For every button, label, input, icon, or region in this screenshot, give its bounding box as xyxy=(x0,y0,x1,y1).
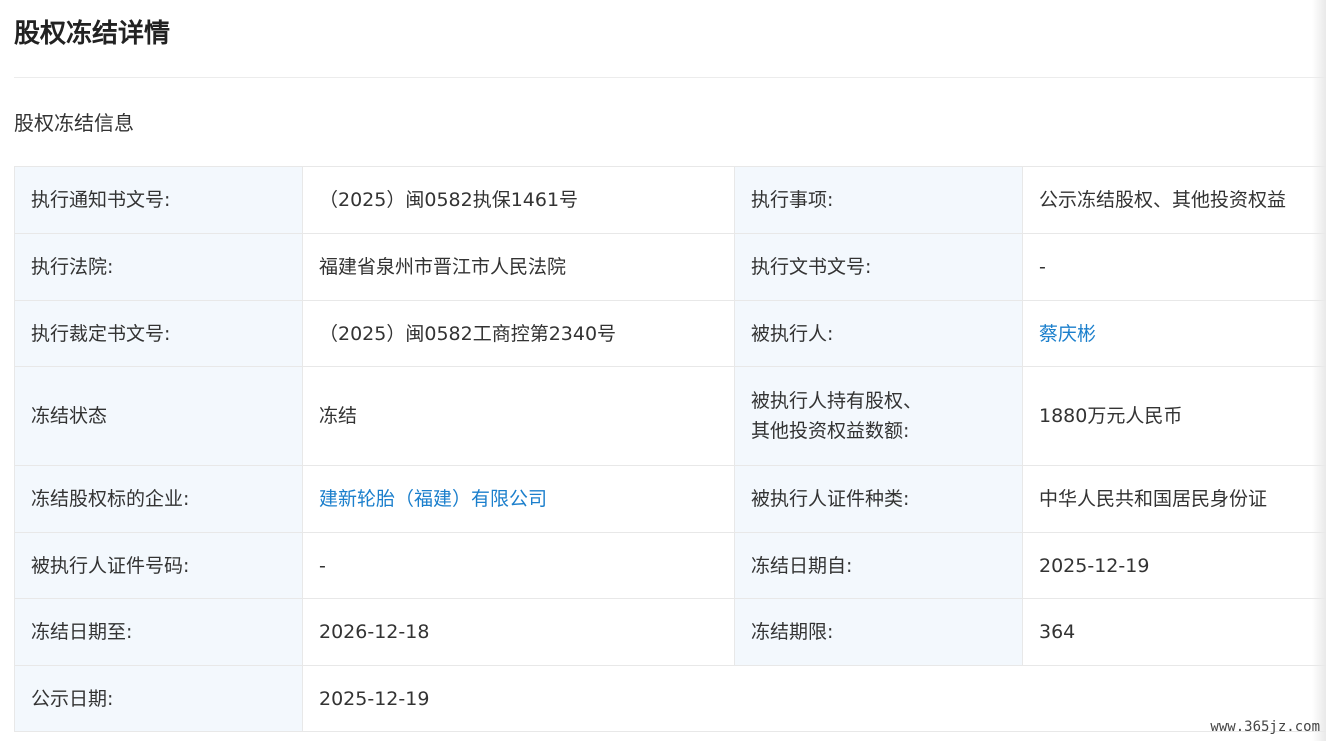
id-type-label: 被执行人证件种类: xyxy=(734,465,1023,533)
freeze-end-label: 冻结日期至: xyxy=(14,598,303,666)
right-edge-shadow xyxy=(1312,0,1326,741)
court-value: 福建省泉州市晋江市人民法院 xyxy=(302,233,735,301)
ruling-number-label: 执行裁定书文号: xyxy=(14,300,303,367)
table-row: 冻结日期至: 2026-12-18 冻结期限: 364 xyxy=(14,598,1326,666)
table-row: 执行法院: 福建省泉州市晋江市人民法院 执行文书文号: - xyxy=(14,233,1326,301)
freeze-start-label: 冻结日期自: xyxy=(734,532,1023,599)
table-row: 被执行人证件号码: - 冻结日期自: 2025-12-19 xyxy=(14,532,1326,599)
table-row: 冻结状态 冻结 被执行人持有股权、 其他投资权益数额: 1880万元人民币 xyxy=(14,366,1326,466)
equity-amount-label-line1: 被执行人持有股权、 xyxy=(751,390,923,412)
execution-matter-label: 执行事项: xyxy=(734,166,1023,234)
freeze-status-label: 冻结状态 xyxy=(14,366,303,466)
equity-amount-label-line2: 其他投资权益数额: xyxy=(751,420,910,442)
publish-date-label: 公示日期: xyxy=(14,665,303,732)
freeze-period-label: 冻结期限: xyxy=(734,598,1023,666)
id-type-value: 中华人民共和国居民身份证 xyxy=(1022,465,1326,533)
id-number-value: - xyxy=(302,532,735,599)
ruling-number-value: （2025）闽0582工商控第2340号 xyxy=(302,300,735,367)
executed-person-link[interactable]: 蔡庆彬 xyxy=(1022,300,1326,367)
target-company-link[interactable]: 建新轮胎（福建）有限公司 xyxy=(302,465,735,533)
target-company-label: 冻结股权标的企业: xyxy=(14,465,303,533)
publish-date-value: 2025-12-19 xyxy=(302,665,1326,732)
equity-amount-label: 被执行人持有股权、 其他投资权益数额: xyxy=(734,366,1023,466)
table-row: 执行通知书文号: （2025）闽0582执保1461号 执行事项: 公示冻结股权… xyxy=(14,166,1326,234)
section-title: 股权冻结信息 xyxy=(14,111,134,135)
notice-number-label: 执行通知书文号: xyxy=(14,166,303,234)
title-divider xyxy=(14,77,1326,78)
freeze-info-table: 执行通知书文号: （2025）闽0582执保1461号 执行事项: 公示冻结股权… xyxy=(14,166,1326,732)
executed-person-label: 被执行人: xyxy=(734,300,1023,367)
equity-amount-value: 1880万元人民币 xyxy=(1022,366,1326,466)
document-number-label: 执行文书文号: xyxy=(734,233,1023,301)
id-number-label: 被执行人证件号码: xyxy=(14,532,303,599)
table-row: 公示日期: 2025-12-19 xyxy=(14,665,1326,732)
table-row: 冻结股权标的企业: 建新轮胎（福建）有限公司 被执行人证件种类: 中华人民共和国… xyxy=(14,465,1326,533)
execution-matter-value: 公示冻结股权、其他投资权益 xyxy=(1022,166,1326,234)
notice-number-value: （2025）闽0582执保1461号 xyxy=(302,166,735,234)
court-label: 执行法院: xyxy=(14,233,303,301)
freeze-start-value: 2025-12-19 xyxy=(1022,532,1326,599)
freeze-end-value: 2026-12-18 xyxy=(302,598,735,666)
page-title: 股权冻结详情 xyxy=(14,19,171,49)
freeze-status-value: 冻结 xyxy=(302,366,735,466)
watermark: www.365jz.com xyxy=(1210,719,1320,735)
table-row: 执行裁定书文号: （2025）闽0582工商控第2340号 被执行人: 蔡庆彬 xyxy=(14,300,1326,367)
document-number-value: - xyxy=(1022,233,1326,301)
freeze-period-value: 364 xyxy=(1022,598,1326,666)
